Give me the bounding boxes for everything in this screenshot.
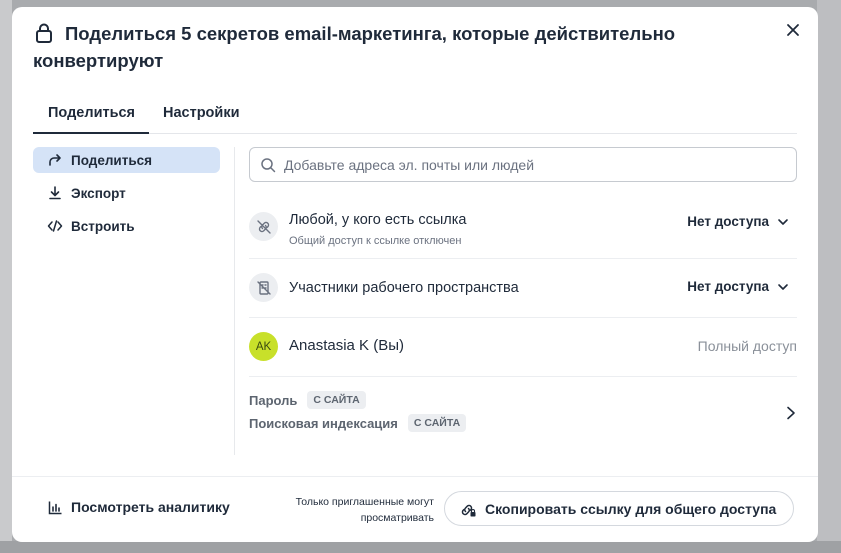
side-item-embed[interactable]: Встроить [33, 213, 220, 239]
close-icon [787, 24, 799, 36]
password-label: Пароль [249, 392, 298, 408]
visibility-note: Только приглашенные могут просматривать [295, 496, 434, 524]
view-analytics-button[interactable]: Посмотреть аналитику [48, 499, 230, 515]
side-item-share[interactable]: Поделиться [33, 147, 220, 173]
link-lock-icon [461, 504, 476, 516]
share-dialog: Поделиться 5 секретов email-маркетинга, … [12, 7, 818, 542]
site-settings-link[interactable]: Пароль С САЙТА Поисковая индексация С СА… [249, 377, 797, 447]
dialog-title-text: Поделиться 5 секретов email-маркетинга, … [33, 23, 676, 71]
copy-share-link-button[interactable]: Скопировать ссылку для общего доступа [444, 491, 794, 526]
link-access-dropdown[interactable]: Нет доступа [687, 214, 789, 229]
access-row-user: AK Anastasia K (Вы) Полный доступ [249, 318, 797, 377]
tab-settings[interactable]: Настройки [163, 105, 240, 121]
lock-icon [33, 22, 55, 44]
search-icon [261, 157, 276, 172]
chevron-down-icon [778, 283, 788, 290]
status-badge: С САЙТА [407, 414, 467, 432]
dialog-title: Поделиться 5 секретов email-маркетинга, … [33, 20, 753, 74]
background-right-strip [817, 0, 841, 553]
avatar: AK [249, 332, 278, 361]
side-item-label: Поделиться [71, 152, 153, 168]
chevron-down-icon [778, 218, 788, 225]
background-bottom-strip [0, 541, 841, 553]
access-level-label: Нет доступа [687, 214, 769, 229]
user-name: Anastasia K (Вы) [289, 337, 404, 354]
download-icon [47, 185, 63, 201]
close-button[interactable] [782, 19, 804, 41]
access-row-title: Участники рабочего пространства [289, 280, 519, 296]
tab-bar: Поделиться Настройки [33, 95, 797, 134]
dialog-footer: Посмотреть аналитику Только приглашенные… [12, 476, 818, 542]
share-panel: Любой, у кого есть ссылка Общий доступ к… [249, 147, 797, 447]
share-arrow-icon [47, 152, 63, 168]
invite-search-box[interactable] [249, 147, 797, 182]
access-level-label: Нет доступа [687, 279, 769, 294]
workspace-access-dropdown[interactable]: Нет доступа [687, 279, 789, 294]
status-badge: С САЙТА [307, 391, 366, 409]
access-row-link: Любой, у кого есть ссылка Общий доступ к… [249, 196, 797, 259]
analytics-label: Посмотреть аналитику [71, 499, 230, 515]
side-item-export[interactable]: Экспорт [33, 180, 220, 206]
indexing-setting: Поисковая индексация С САЙТА [249, 414, 467, 432]
code-icon [47, 218, 63, 234]
link-off-icon [249, 212, 278, 241]
access-row-workspace: Участники рабочего пространства Нет дост… [249, 259, 797, 318]
bar-chart-icon [48, 501, 62, 514]
invite-search-input[interactable] [282, 155, 796, 174]
dialog-header: Поделиться 5 секретов email-маркетинга, … [33, 20, 753, 74]
tab-share[interactable]: Поделиться [48, 105, 135, 121]
active-tab-indicator [33, 132, 149, 134]
vertical-divider [234, 147, 235, 455]
copy-link-label: Скопировать ссылку для общего доступа [485, 500, 777, 517]
user-access-level: Полный доступ [697, 338, 797, 354]
access-row-subtitle: Общий доступ к ссылке отключен [289, 235, 462, 247]
workspace-off-icon [249, 273, 278, 302]
password-setting: Пароль С САЙТА [249, 391, 366, 409]
background-left-strip [0, 0, 12, 553]
indexing-label: Поисковая индексация [249, 415, 398, 431]
chevron-right-icon [787, 406, 795, 420]
side-item-label: Экспорт [71, 185, 126, 201]
side-item-label: Встроить [71, 218, 135, 234]
access-row-title: Любой, у кого есть ссылка [289, 212, 467, 228]
side-menu: Поделиться Экспорт Встроить [33, 147, 220, 246]
